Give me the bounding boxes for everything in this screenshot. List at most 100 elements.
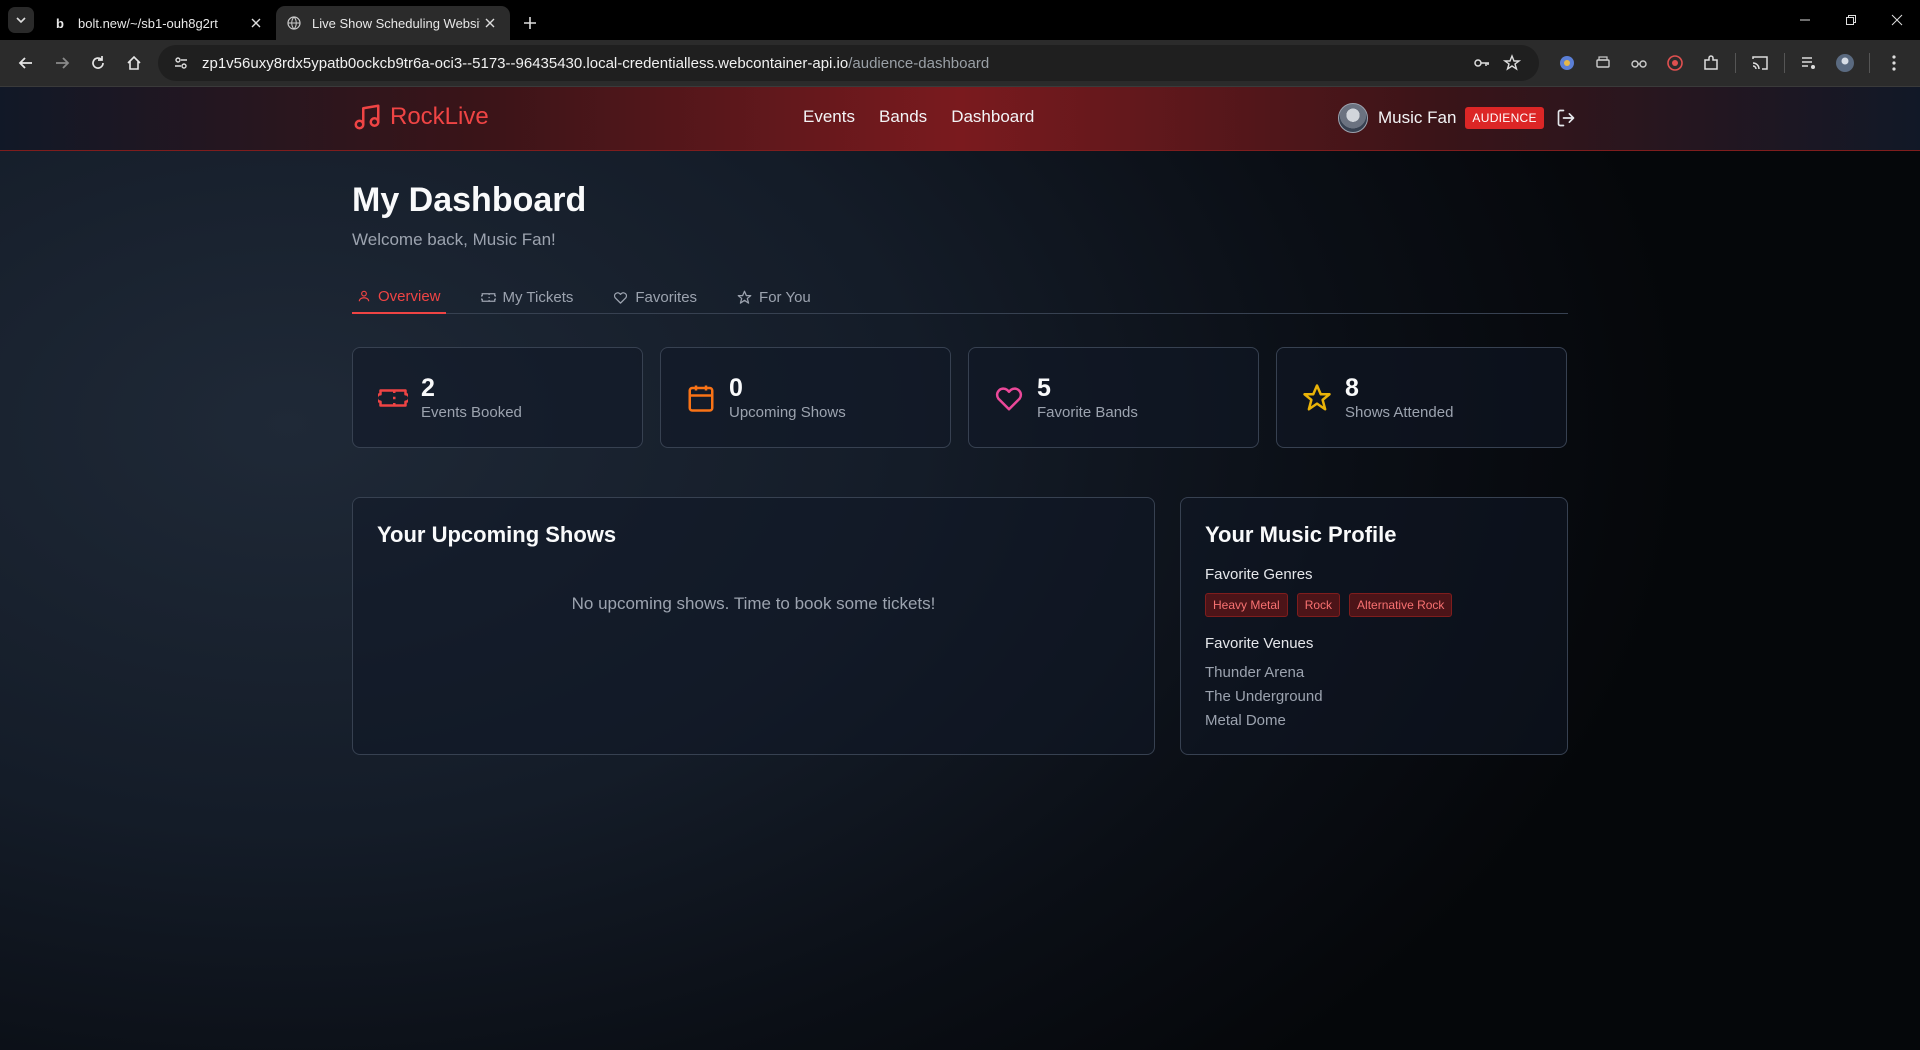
tab-for-you[interactable]: For You <box>732 280 816 314</box>
nav-events[interactable]: Events <box>803 107 855 127</box>
window-controls <box>1782 0 1920 40</box>
genre-chip: Rock <box>1296 593 1341 617</box>
card-title: Your Music Profile <box>1205 522 1397 547</box>
logout-icon[interactable] <box>1556 108 1576 128</box>
stat-label: Events Booked <box>421 404 522 421</box>
user-icon <box>358 290 370 302</box>
page-title: My Dashboard <box>352 181 587 219</box>
dashboard-content: My Dashboard Welcome back, Music Fan! Ov… <box>352 151 1568 755</box>
menu-kebab-icon[interactable] <box>1876 45 1912 81</box>
upcoming-shows-card: Your Upcoming Shows No upcoming shows. T… <box>352 497 1155 755</box>
welcome-text: Welcome back, Music Fan! <box>352 230 556 249</box>
dashboard-tabs: Overview My Tickets Favorites For You <box>352 280 1568 314</box>
nav-dashboard[interactable]: Dashboard <box>951 107 1034 127</box>
heart-icon <box>993 382 1025 414</box>
calendar-icon <box>685 382 717 414</box>
browser-tab-strip: b bolt.new/~/sb1-ouh8g2rt Live Show Sche… <box>0 0 1920 40</box>
address-bar[interactable]: zp1v56uxy8rdx5ypatb0ockcb9tr6a-oci3--517… <box>158 45 1539 81</box>
back-button[interactable] <box>8 45 44 81</box>
genres-heading: Favorite Genres <box>1205 566 1313 583</box>
extension-glasses-icon[interactable] <box>1621 45 1657 81</box>
tab-label: My Tickets <box>502 288 574 306</box>
stat-card-shows-attended: 8 Shows Attended <box>1276 347 1567 448</box>
extension-globe-icon[interactable] <box>1549 45 1585 81</box>
globe-icon <box>286 15 302 31</box>
reload-button[interactable] <box>80 45 116 81</box>
stat-value: 5 <box>1037 374 1051 402</box>
toolbar-divider <box>1784 53 1785 73</box>
main-nav: Events Bands Dashboard <box>803 107 1034 127</box>
card-title: Your Upcoming Shows <box>377 522 617 547</box>
bolt-favicon-icon: b <box>56 15 64 31</box>
browser-tab[interactable]: b bolt.new/~/sb1-ouh8g2rt <box>42 6 276 40</box>
extension-target-icon[interactable] <box>1657 45 1693 81</box>
extensions-puzzle-icon[interactable] <box>1693 45 1729 81</box>
tab-title: Live Show Scheduling Websit <box>312 15 480 31</box>
music-profile-card: Your Music Profile Favorite Genres Heavy… <box>1180 497 1568 755</box>
stat-card-events-booked: 2 Events Booked <box>352 347 643 448</box>
stat-card-upcoming-shows: 0 Upcoming Shows <box>660 347 951 448</box>
logo-text: RockLive <box>390 103 489 130</box>
site-logo[interactable]: RockLive <box>352 102 489 132</box>
tab-my-tickets[interactable]: My Tickets <box>476 280 579 314</box>
forward-button[interactable] <box>44 45 80 81</box>
stat-value: 2 <box>421 374 435 402</box>
toolbar-divider <box>1735 53 1736 73</box>
minimize-icon[interactable] <box>1782 0 1828 40</box>
empty-state-text: No upcoming shows. Time to book some tic… <box>571 594 936 613</box>
plus-icon <box>524 17 536 29</box>
extension-printer-icon[interactable] <box>1585 45 1621 81</box>
close-icon[interactable] <box>480 13 500 33</box>
star-icon <box>737 290 752 304</box>
stat-label: Shows Attended <box>1345 404 1454 421</box>
music-note-icon <box>354 104 380 130</box>
stat-label: Upcoming Shows <box>729 404 846 421</box>
arrow-left-icon <box>18 57 32 69</box>
site-header: RockLive Events Bands Dashboard Music Fa… <box>0 87 1920 151</box>
role-badge: AUDIENCE <box>1465 107 1544 129</box>
stat-card-favorite-bands: 5 Favorite Bands <box>968 347 1259 448</box>
nav-bands[interactable]: Bands <box>879 107 927 127</box>
bookmark-star-icon[interactable] <box>1497 48 1527 78</box>
stats-row: 2 Events Booked 0 Upcoming Shows 5 Favorite… <box>352 347 1568 448</box>
profile-avatar-icon[interactable] <box>1827 45 1863 81</box>
tab-search-button[interactable] <box>8 7 34 33</box>
url-text: zp1v56uxy8rdx5ypatb0ockcb9tr6a-oci3--517… <box>202 55 1467 72</box>
arrow-right-icon <box>56 57 70 69</box>
browser-tab-active[interactable]: Live Show Scheduling Websit <box>276 6 510 40</box>
genre-chip: Alternative Rock <box>1349 593 1453 617</box>
user-name: Music Fan <box>1378 108 1457 127</box>
venue-item: Metal Dome <box>1205 712 1286 729</box>
star-icon <box>1301 382 1333 414</box>
heart-icon <box>614 291 628 304</box>
stat-label: Favorite Bands <box>1037 404 1138 421</box>
avatar[interactable] <box>1338 103 1368 133</box>
url-path: /audience-dashboard <box>848 54 990 72</box>
venue-item: The Underground <box>1205 688 1323 705</box>
venues-heading: Favorite Venues <box>1205 635 1314 652</box>
tab-label: Favorites <box>635 288 698 306</box>
tab-overview[interactable]: Overview <box>352 280 446 314</box>
home-icon <box>127 55 141 70</box>
site-info-icon[interactable] <box>170 52 192 74</box>
genre-list: Heavy Metal Rock Alternative Rock <box>1205 593 1543 617</box>
cards-row: Your Upcoming Shows No upcoming shows. T… <box>352 497 1568 755</box>
close-window-icon[interactable] <box>1874 0 1920 40</box>
restore-icon[interactable] <box>1828 0 1874 40</box>
user-menu: Music Fan AUDIENCE <box>1338 103 1576 133</box>
ticket-icon <box>480 292 496 302</box>
new-tab-button[interactable] <box>516 9 544 37</box>
stat-value: 0 <box>729 374 743 402</box>
toolbar-divider <box>1869 53 1870 73</box>
tab-favorites[interactable]: Favorites <box>608 280 702 314</box>
chevron-down-icon <box>16 17 26 24</box>
home-button[interactable] <box>116 45 152 81</box>
media-queue-icon[interactable] <box>1791 45 1827 81</box>
close-icon[interactable] <box>246 13 266 33</box>
key-icon[interactable] <box>1467 48 1497 78</box>
cast-icon[interactable] <box>1742 45 1778 81</box>
tab-title: bolt.new/~/sb1-ouh8g2rt <box>78 15 218 31</box>
stat-value: 8 <box>1345 374 1359 402</box>
reload-icon <box>92 56 104 69</box>
browser-toolbar: zp1v56uxy8rdx5ypatb0ockcb9tr6a-oci3--517… <box>0 40 1920 87</box>
